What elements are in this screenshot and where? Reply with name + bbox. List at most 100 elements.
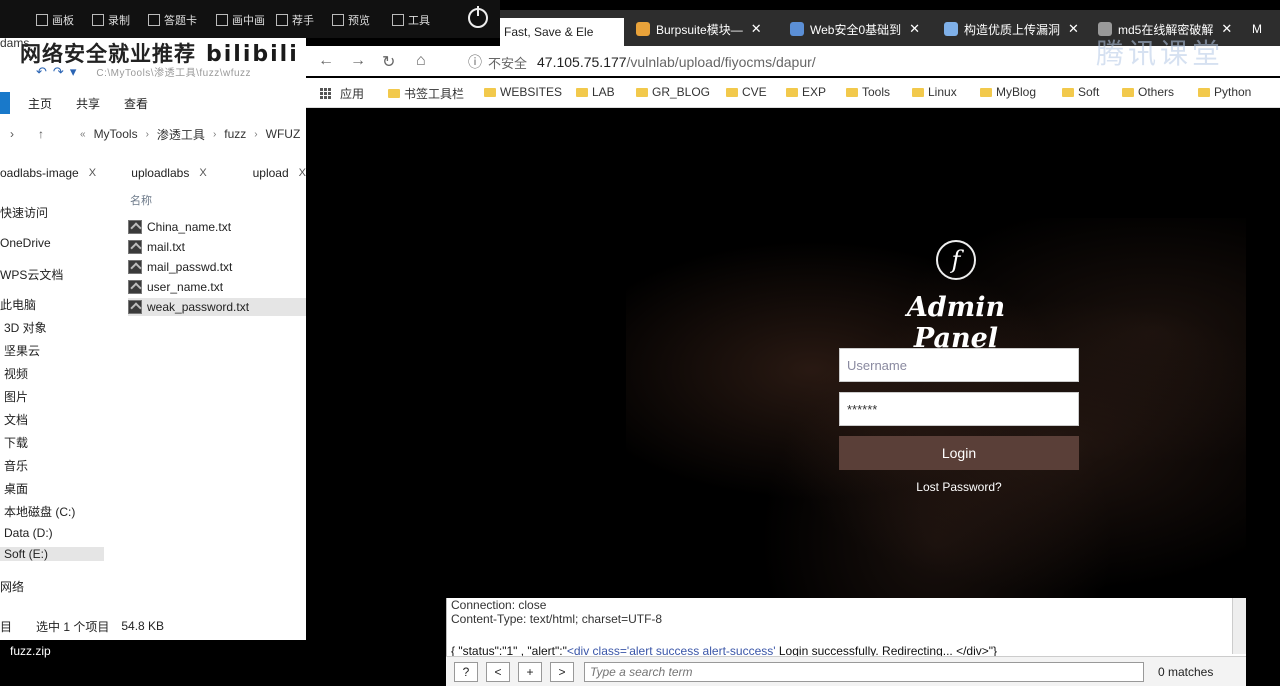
breadcrumb-overflow-icon[interactable]: «	[80, 129, 86, 140]
nav-wps-cloud[interactable]: WPS云文档	[0, 266, 63, 283]
file-tab[interactable]	[0, 92, 10, 114]
folder-tab-label: uploadlabs	[131, 166, 190, 180]
breadcrumb-item[interactable]: MyTools	[94, 127, 138, 141]
column-header-name[interactable]: 名称	[130, 192, 152, 208]
browser-tab[interactable]: 构造优质上传漏洞 ✕	[944, 18, 1079, 40]
ribbon-tab-share[interactable]: 共享	[70, 92, 106, 114]
screen-recorder-toolbar: 画板 录制 答题卡 画中画 荐手 预览 工具	[0, 0, 500, 38]
chevron-right-icon[interactable]: ›	[10, 127, 14, 141]
file-row[interactable]: mail_passwd.txt	[128, 258, 232, 276]
recorder-tool[interactable]: 工具	[392, 12, 430, 28]
bookmark-folder[interactable]: Linux	[912, 85, 957, 99]
login-button[interactable]: Login	[839, 436, 1079, 470]
bookmark-folder[interactable]: GR_BLOG	[636, 85, 710, 99]
file-row[interactable]: user_name.txt	[128, 278, 223, 296]
tab-favicon	[636, 22, 650, 36]
browser-tab[interactable]: Burpsuite模块— ✕	[636, 18, 762, 40]
nav-documents[interactable]: 文档	[4, 411, 28, 428]
address-bar[interactable]: ⓘ 不安全 47.105.75.177/vulnlab/upload/fiyoc…	[468, 52, 816, 72]
password-input[interactable]	[839, 392, 1079, 426]
bookmark-folder[interactable]: LAB	[576, 85, 615, 99]
nav-drive-c[interactable]: 本地磁盘 (C:)	[4, 503, 75, 520]
folder-icon	[786, 87, 798, 97]
browser-tab-active[interactable]: Fast, Save & Ele	[500, 18, 624, 46]
lost-password-link[interactable]: Lost Password?	[839, 480, 1079, 494]
recorder-tool[interactable]: 答题卡	[148, 12, 197, 28]
folder-tab[interactable]: oadlabs-image X	[0, 164, 119, 182]
folder-tab[interactable]: uploadlabs X	[131, 164, 238, 182]
recorder-tool[interactable]: 录制	[92, 12, 130, 28]
nav-network[interactable]: 网络	[0, 578, 24, 595]
bookmark-folder[interactable]: Python	[1198, 85, 1251, 99]
home-icon[interactable]: ⌂	[416, 52, 426, 70]
nav-quick-access[interactable]: 快速访问	[0, 204, 48, 221]
status-size: 54.8 KB	[121, 619, 165, 633]
file-row[interactable]: China_name.txt	[128, 218, 231, 236]
reload-icon[interactable]: ↻	[382, 52, 395, 72]
browser-tab[interactable]: Web安全0基础到 ✕	[790, 18, 920, 40]
next-button[interactable]: >	[550, 661, 574, 682]
bookmark-label: 书签工具栏	[404, 87, 465, 101]
bookmark-folder[interactable]: Tools	[846, 85, 890, 99]
record-icon	[92, 14, 104, 26]
recorder-tool[interactable]: 画中画	[216, 12, 265, 28]
back-arrow-icon[interactable]: ←	[318, 52, 334, 70]
browser-tab[interactable]: M	[1252, 18, 1262, 40]
bookmark-folder[interactable]: EXP	[786, 85, 826, 99]
nav-onedrive[interactable]: OneDrive	[0, 236, 51, 250]
ribbon-tab-home[interactable]: 主页	[22, 92, 58, 114]
breadcrumb-item[interactable]: fuzz	[224, 127, 246, 141]
nav-3d-objects[interactable]: 3D 对象	[4, 319, 47, 336]
scrollbar[interactable]	[1232, 598, 1246, 654]
close-icon[interactable]: ✕	[1068, 21, 1079, 37]
watermark-text: 网络安全就业推荐	[20, 42, 196, 66]
close-icon[interactable]: X	[299, 167, 306, 179]
nav-this-pc[interactable]: 此电脑	[0, 296, 36, 313]
nav-downloads[interactable]: 下载	[4, 434, 28, 451]
nav-videos[interactable]: 视频	[4, 365, 28, 382]
nav-music[interactable]: 音乐	[4, 457, 28, 474]
nav-drive-d[interactable]: Data (D:)	[4, 526, 53, 540]
file-row-selected[interactable]: weak_password.txt	[128, 298, 306, 316]
breadcrumb-item[interactable]: WFUZ	[266, 127, 301, 141]
previous-button[interactable]: <	[486, 661, 510, 682]
file-row[interactable]: mail.txt	[128, 238, 185, 256]
help-button[interactable]: ?	[454, 661, 478, 682]
admin-login-page: f Admin Panel Login Lost Password?	[306, 108, 1246, 598]
up-arrow-icon[interactable]: ↑	[38, 127, 44, 141]
nav-desktop[interactable]: 桌面	[4, 480, 28, 497]
folder-icon	[576, 87, 588, 97]
nav-drive-e[interactable]: Soft (E:)	[0, 547, 104, 561]
forward-arrow-icon[interactable]: →	[350, 52, 366, 70]
info-icon[interactable]: ⓘ	[468, 52, 482, 72]
breadcrumb-item[interactable]: 渗透工具	[157, 126, 205, 143]
nav-jianguoyun[interactable]: 坚果云	[4, 342, 40, 359]
folder-icon	[846, 87, 858, 97]
bookmark-folder[interactable]: CVE	[726, 85, 767, 99]
download-item[interactable]: fuzz.zip	[10, 644, 51, 658]
bookmark-folder[interactable]: Others	[1122, 85, 1174, 99]
folder-tab[interactable]: upload X	[253, 164, 306, 182]
username-input[interactable]	[839, 348, 1079, 382]
downloads-bar: fuzz.zip	[0, 640, 446, 686]
bookmark-folder[interactable]: MyBlog	[980, 85, 1036, 99]
close-icon[interactable]: ✕	[909, 21, 920, 37]
nav-pictures[interactable]: 图片	[4, 388, 28, 405]
tab-label: 构造优质上传漏洞	[964, 22, 1061, 37]
bookmark-folder[interactable]: Soft	[1062, 85, 1099, 99]
recorder-tool[interactable]: 画板	[36, 12, 74, 28]
add-button[interactable]: +	[518, 661, 542, 682]
close-icon[interactable]: ✕	[751, 21, 762, 37]
bookmark-apps[interactable]: 应用	[320, 85, 364, 102]
close-icon[interactable]: X	[89, 167, 96, 179]
search-input[interactable]	[584, 661, 1144, 682]
recorder-tool[interactable]: 荐手	[276, 12, 314, 28]
bookmark-folder[interactable]: WEBSITES	[484, 85, 562, 99]
close-icon[interactable]: X	[199, 167, 206, 179]
bookmark-label: GR_BLOG	[652, 85, 711, 99]
ribbon-tab-view[interactable]: 查看	[118, 92, 154, 114]
recorder-tool[interactable]: 预览	[332, 12, 370, 28]
tool-label: 工具	[408, 15, 430, 27]
power-icon[interactable]	[468, 6, 488, 28]
bookmark-folder[interactable]: 书签工具栏	[388, 85, 464, 102]
